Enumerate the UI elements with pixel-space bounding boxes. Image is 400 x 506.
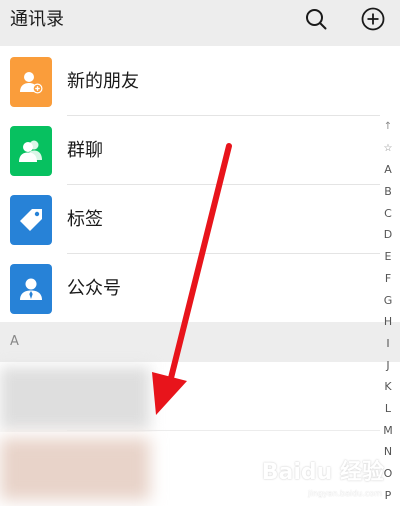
group-chats-item[interactable]: 群聊 bbox=[0, 117, 380, 185]
index-m[interactable]: M bbox=[380, 420, 396, 442]
divider bbox=[67, 115, 380, 116]
index-l[interactable]: L bbox=[380, 398, 396, 420]
official-accounts-item[interactable]: 公众号 bbox=[0, 255, 380, 323]
section-letter: A bbox=[10, 334, 19, 349]
index-a[interactable]: A bbox=[380, 159, 396, 181]
search-button[interactable] bbox=[303, 6, 329, 32]
top-bar: 通讯录 bbox=[0, 0, 400, 46]
add-friend-icon bbox=[10, 57, 52, 107]
index-p[interactable]: P bbox=[380, 485, 396, 506]
index-f[interactable]: F bbox=[380, 268, 396, 290]
index-d[interactable]: D bbox=[380, 224, 396, 246]
group-icon bbox=[10, 126, 52, 176]
tags-item[interactable]: 标签 bbox=[0, 186, 380, 254]
person-icon bbox=[10, 264, 52, 314]
add-button[interactable] bbox=[360, 6, 386, 32]
index-i[interactable]: I bbox=[380, 333, 396, 355]
index-j[interactable]: J bbox=[380, 355, 396, 377]
index-o[interactable]: O bbox=[380, 463, 396, 485]
group-chats-label: 群聊 bbox=[67, 140, 103, 161]
index-b[interactable]: B bbox=[380, 181, 396, 203]
divider bbox=[67, 184, 380, 185]
new-friends-item[interactable]: 新的朋友 bbox=[0, 48, 380, 116]
section-header-a: A bbox=[0, 322, 400, 362]
contact-row[interactable] bbox=[0, 432, 380, 500]
new-friends-label: 新的朋友 bbox=[67, 71, 139, 92]
search-icon bbox=[306, 9, 327, 30]
tags-label: 标签 bbox=[67, 209, 103, 230]
index-e[interactable]: E bbox=[380, 246, 396, 268]
blurred-contact bbox=[0, 438, 150, 500]
index-star[interactable]: ☆ bbox=[380, 138, 396, 160]
page-title: 通讯录 bbox=[10, 9, 64, 30]
index-g[interactable]: G bbox=[380, 290, 396, 312]
official-accounts-label: 公众号 bbox=[67, 278, 121, 299]
index-h[interactable]: H bbox=[380, 311, 396, 333]
divider bbox=[67, 253, 380, 254]
index-up[interactable]: ↑ bbox=[380, 116, 396, 138]
tag-icon bbox=[10, 195, 52, 245]
divider bbox=[67, 430, 380, 431]
blurred-contact bbox=[0, 367, 150, 429]
index-k[interactable]: K bbox=[380, 376, 396, 398]
contact-row[interactable] bbox=[0, 363, 380, 431]
index-n[interactable]: N bbox=[380, 441, 396, 463]
plus-circle-icon bbox=[361, 7, 385, 31]
alphabet-index-bar[interactable]: ↑ ☆ A B C D E F G H I J K L M N O P bbox=[380, 116, 396, 506]
index-c[interactable]: C bbox=[380, 203, 396, 225]
